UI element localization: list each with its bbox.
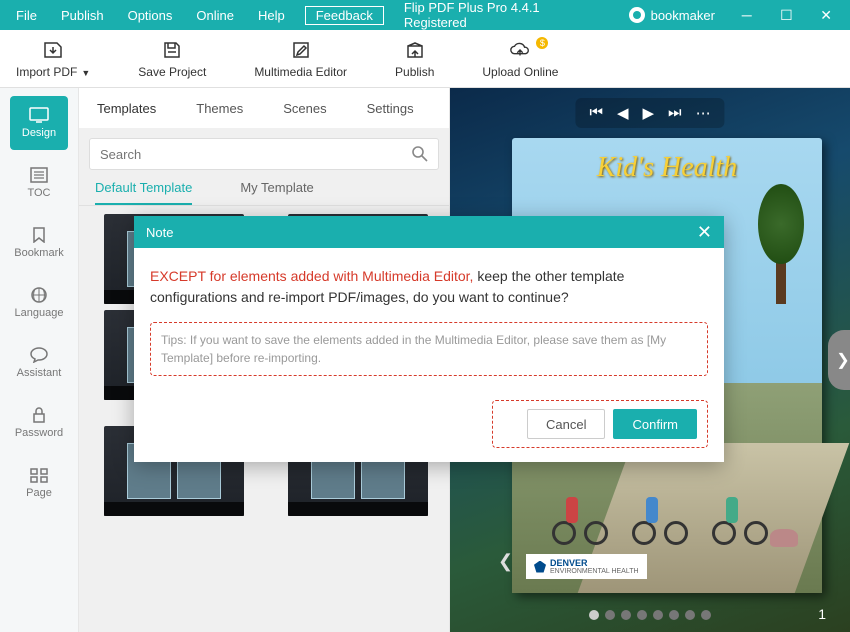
dialog-tips: Tips: If you want to save the elements a… <box>150 322 708 376</box>
confirm-button[interactable]: Confirm <box>613 409 697 439</box>
dialog-warning-prefix: EXCEPT for elements added with Multimedi… <box>150 268 477 284</box>
dialog-title: Note <box>146 225 173 240</box>
dialog-message: EXCEPT for elements added with Multimedi… <box>150 266 708 308</box>
dialog-body: EXCEPT for elements added with Multimedi… <box>134 248 724 390</box>
dialog-close-icon[interactable]: ✕ <box>697 222 712 243</box>
dialog-actions: Cancel Confirm <box>492 400 708 448</box>
cancel-button[interactable]: Cancel <box>527 409 605 439</box>
dialog-header: Note ✕ <box>134 216 724 248</box>
note-dialog: Note ✕ EXCEPT for elements added with Mu… <box>134 216 724 462</box>
